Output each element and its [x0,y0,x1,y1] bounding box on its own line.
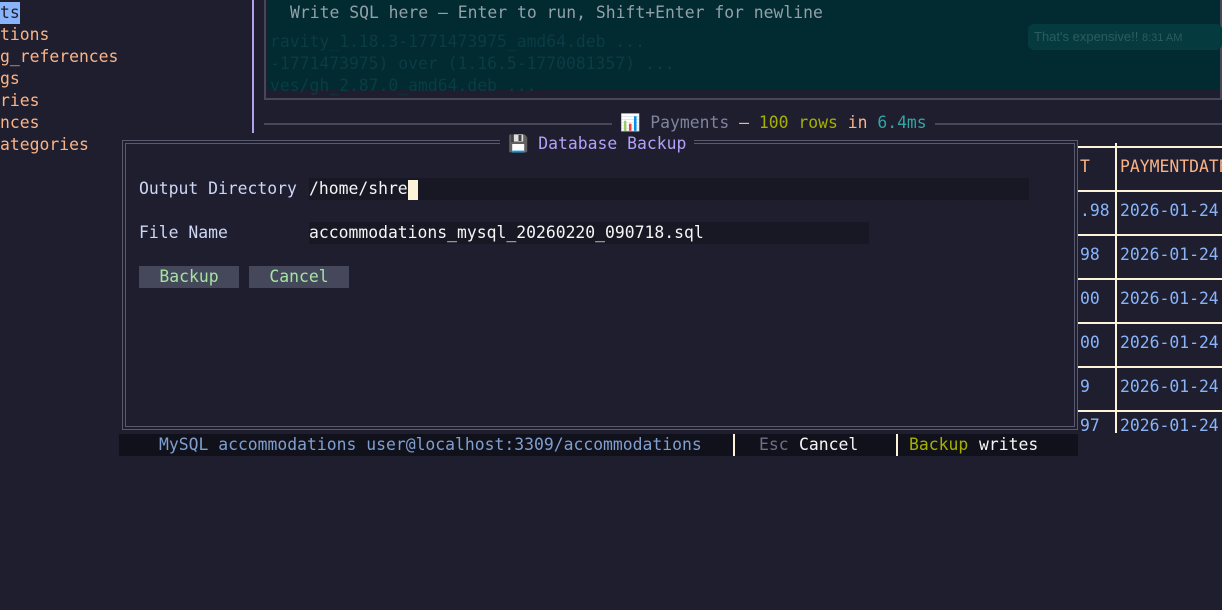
esc-key: Esc [759,435,789,454]
output-directory-input[interactable]: /home/shre [309,178,1029,200]
results-sep: — [739,113,749,132]
results-table[interactable]: T PAYMENTDATE .98 2026-01-24 98 2026-01-24… [1078,133,1222,435]
table-cell: .98 [1080,201,1110,220]
text-cursor [407,179,418,200]
sidebar-item[interactable]: tions [0,24,49,46]
ghost-line: ves/gh_2.87.0_amd64.deb ... [270,76,537,95]
table-cell: 2026-01-24 [1120,377,1219,396]
results-title: 📊 Payments — 100 rows in 6.4ms [612,112,935,134]
backup-key: Backup [909,435,969,454]
results-in: in [847,113,868,132]
column-header[interactable]: PAYMENTDATE [1120,157,1222,177]
column-header[interactable]: T [1080,157,1090,177]
table-cell: 00 [1080,289,1100,308]
status-divider [896,434,898,456]
file-name-input[interactable]: accommodations_mysql_20260220_090718.sql [309,222,869,244]
floppy-disk-icon: 💾 [508,134,529,153]
sql-editor-placeholder[interactable]: Write SQL here — Enter to run, Shift+Ent… [290,3,823,23]
results-table-name: Payments [650,113,730,132]
ghost-line: -1771473975) over (1.16.5-1770081357) ..… [270,54,675,73]
output-directory-label: Output Directory [139,179,297,198]
backup-button[interactable]: Backup [139,266,239,288]
table-cell: 00 [1080,333,1100,352]
file-name-label: File Name [139,223,228,242]
sidebar-item[interactable]: ries [0,90,39,112]
backup-action: writes [979,435,1039,454]
overlay-message-text: That's expensive!! [1034,29,1139,44]
sidebar-divider[interactable] [252,0,254,133]
output-directory-value: /home/shre [309,179,408,198]
table-cell: 2026-01-24 [1120,333,1219,352]
sidebar-item[interactable]: g_references [0,46,118,68]
table-cell: 98 [1080,245,1100,264]
results-time: 6.4ms [877,113,927,132]
table-cell: 2026-01-24 [1120,245,1219,264]
table-cell: 2026-01-24 [1120,416,1219,435]
bar-chart-icon: 📊 [620,113,641,132]
esc-action: Cancel [799,435,859,454]
dialog-title: 💾 Database Backup [500,133,695,155]
sidebar-item[interactable]: nces [0,112,39,134]
connection-info: MySQL accommodations user@localhost:3309… [159,435,702,454]
status-bar: MySQL accommodations user@localhost:3309… [119,434,1078,456]
cancel-button[interactable]: Cancel [249,266,349,288]
sidebar-item[interactable]: gs [0,68,20,90]
table-cell: 2026-01-24 [1120,201,1219,220]
overlay-message: That's expensive!! 8:31 AM [1028,24,1222,50]
table-cell: 9 [1080,377,1090,396]
table-cell: 2026-01-24 [1120,289,1219,308]
table-cell: 97 [1080,416,1100,435]
results-rows: 100 rows [758,113,838,132]
dialog-title-text: Database Backup [538,134,687,153]
overlay-time: 8:31 AM [1142,32,1183,44]
status-divider [733,434,735,456]
sidebar-item[interactable]: ts [0,2,20,24]
sidebar-item[interactable]: ategories [0,134,89,156]
ghost-line: ravity_1.18.3-1771473975_amd64.deb ... [270,32,645,51]
